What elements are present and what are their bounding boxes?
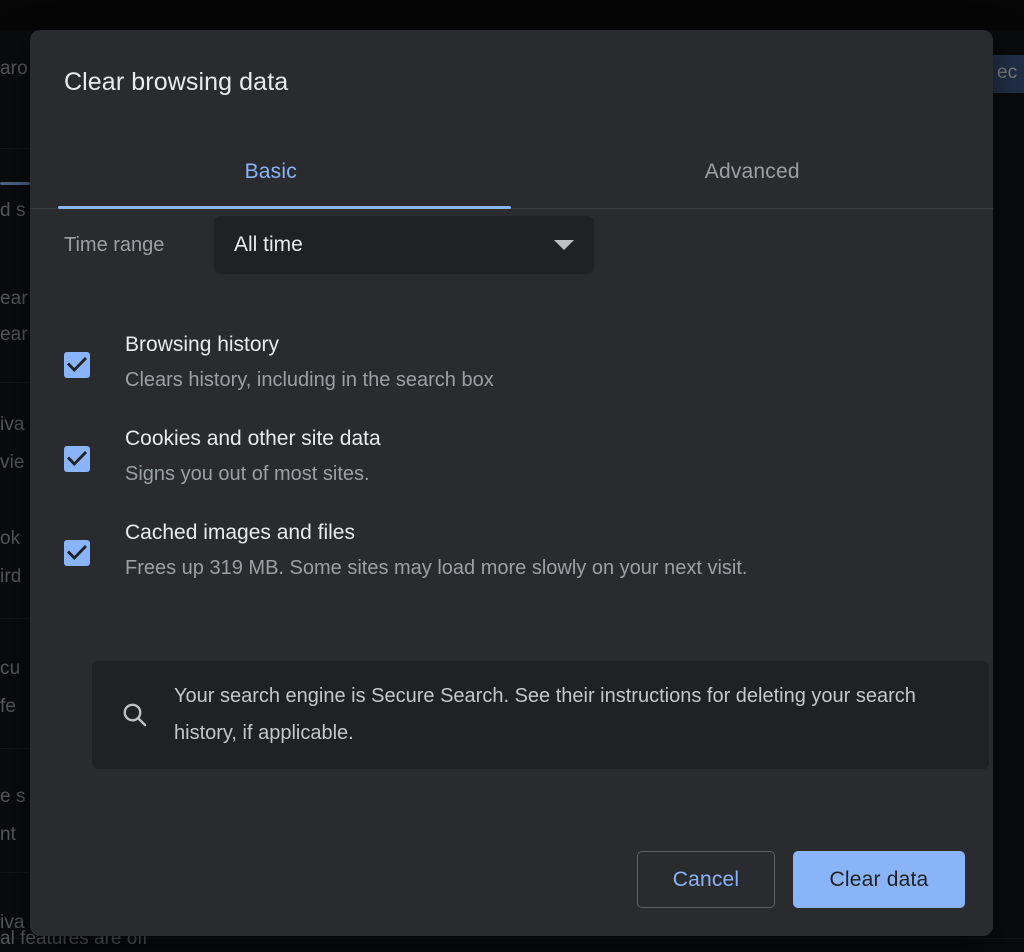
option-cookies-site-data[interactable]: Cookies and other site data Signs you ou… xyxy=(64,424,964,487)
option-browsing-history[interactable]: Browsing history Clears history, includi… xyxy=(64,330,964,393)
search-icon xyxy=(118,700,152,730)
dialog-footer: Cancel Clear data xyxy=(637,851,965,908)
option-description: Clears history, including in the search … xyxy=(125,369,494,391)
cancel-button[interactable]: Cancel xyxy=(637,851,775,908)
dialog-title: Clear browsing data xyxy=(64,68,289,96)
chevron-down-icon xyxy=(554,240,574,250)
tab-advanced-label: Advanced xyxy=(704,160,800,183)
search-engine-info-text: Your search engine is Secure Search. See… xyxy=(174,685,916,744)
option-cached-images-files[interactable]: Cached images and files Frees up 319 MB.… xyxy=(64,518,964,581)
checkbox-browsing-history[interactable] xyxy=(64,352,90,378)
clear-data-button[interactable]: Clear data xyxy=(793,851,965,908)
option-description: Signs you out of most sites. xyxy=(125,463,370,485)
tab-advanced[interactable]: Advanced xyxy=(512,152,994,208)
time-range-select[interactable]: All time xyxy=(214,216,594,274)
option-texts: Cached images and files Frees up 319 MB.… xyxy=(125,518,747,581)
option-title: Cookies and other site data xyxy=(125,427,381,450)
tab-basic[interactable]: Basic xyxy=(30,152,512,209)
option-texts: Cookies and other site data Signs you ou… xyxy=(125,424,381,487)
option-title: Cached images and files xyxy=(125,521,355,544)
option-description: Frees up 319 MB. Some sites may load mor… xyxy=(125,557,748,579)
clear-browsing-data-dialog: Clear browsing data Basic Advanced Time … xyxy=(30,30,993,936)
option-texts: Browsing history Clears history, includi… xyxy=(125,330,494,393)
search-engine-info-box: Your search engine is Secure Search. See… xyxy=(92,661,989,769)
time-range-label: Time range xyxy=(64,233,165,256)
dialog-tabs: Basic Advanced xyxy=(30,152,993,209)
clear-options-list: Browsing history Clears history, includi… xyxy=(64,330,964,612)
option-title: Browsing history xyxy=(125,333,280,356)
tab-basic-label: Basic xyxy=(244,160,297,183)
checkbox-cookies-site-data[interactable] xyxy=(64,446,90,472)
checkbox-cached-images-files[interactable] xyxy=(64,540,90,566)
time-range-selected-value: All time xyxy=(234,233,303,256)
time-range-row: Time range All time xyxy=(64,216,594,274)
